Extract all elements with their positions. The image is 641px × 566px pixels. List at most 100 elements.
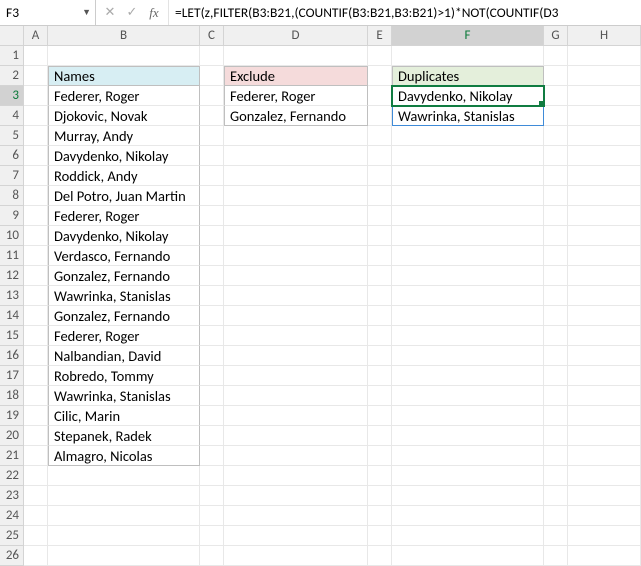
column-header-C[interactable]: C [200,26,224,46]
cell-D11[interactable] [224,246,368,266]
cell-F21[interactable] [392,446,544,466]
cell-A2[interactable] [24,66,48,86]
cell-E12[interactable] [368,266,392,286]
cell-H21[interactable] [568,446,641,466]
cell-D8[interactable] [224,186,368,206]
cell-D12[interactable] [224,266,368,286]
cell-A12[interactable] [24,266,48,286]
cell-A21[interactable] [24,446,48,466]
cell-H7[interactable] [568,166,641,186]
column-header-D[interactable]: D [224,26,368,46]
cell-E11[interactable] [368,246,392,266]
cell-G17[interactable] [544,366,568,386]
cell-A8[interactable] [24,186,48,206]
cell-A16[interactable] [24,346,48,366]
cell-C20[interactable] [200,426,224,446]
cell-C13[interactable] [200,286,224,306]
accept-icon[interactable]: ✓ [122,2,142,24]
cell-B26[interactable] [48,546,200,566]
cell-C9[interactable] [200,206,224,226]
cell-E26[interactable] [368,546,392,566]
row-header-9[interactable]: 9 [0,206,24,226]
cell-H19[interactable] [568,406,641,426]
names-cell[interactable]: Djokovic, Novak [48,106,200,126]
cell-A9[interactable] [24,206,48,226]
cell-H10[interactable] [568,226,641,246]
cell-G1[interactable] [544,46,568,66]
chevron-down-icon[interactable]: ▼ [82,7,91,18]
cell-E20[interactable] [368,426,392,446]
cell-D21[interactable] [224,446,368,466]
cell-C4[interactable] [200,106,224,126]
names-cell[interactable]: Gonzalez, Fernando [48,306,200,326]
cell-F8[interactable] [392,186,544,206]
cell-A11[interactable] [24,246,48,266]
names-cell[interactable]: Federer, Roger [48,86,200,106]
cell-D6[interactable] [224,146,368,166]
cell-F18[interactable] [392,386,544,406]
cell-G19[interactable] [544,406,568,426]
cell-H12[interactable] [568,266,641,286]
cell-A22[interactable] [24,466,48,486]
cell-G16[interactable] [544,346,568,366]
cell-F26[interactable] [392,546,544,566]
cell-F14[interactable] [392,306,544,326]
cell-A26[interactable] [24,546,48,566]
cell-D5[interactable] [224,126,368,146]
cell-B24[interactable] [48,506,200,526]
cell-D20[interactable] [224,426,368,446]
cell-F12[interactable] [392,266,544,286]
cell-E5[interactable] [368,126,392,146]
cell-F9[interactable] [392,206,544,226]
row-header-2[interactable]: 2 [0,66,24,86]
cell-C7[interactable] [200,166,224,186]
cell-C22[interactable] [200,466,224,486]
cell-H11[interactable] [568,246,641,266]
cell-D25[interactable] [224,526,368,546]
cell-E16[interactable] [368,346,392,366]
cell-E8[interactable] [368,186,392,206]
cell-G10[interactable] [544,226,568,246]
exclude-cell[interactable]: Federer, Roger [224,86,368,106]
cell-E17[interactable] [368,366,392,386]
duplicates-cell[interactable]: Davydenko, Nikolay [392,86,544,106]
cell-G25[interactable] [544,526,568,546]
cell-C14[interactable] [200,306,224,326]
cell-H5[interactable] [568,126,641,146]
cell-G5[interactable] [544,126,568,146]
header-exclude[interactable]: Exclude [224,66,368,86]
cell-C6[interactable] [200,146,224,166]
row-header-21[interactable]: 21 [0,446,24,466]
row-header-3[interactable]: 3 [0,86,24,106]
cell-E9[interactable] [368,206,392,226]
cell-G20[interactable] [544,426,568,446]
cell-F17[interactable] [392,366,544,386]
column-header-B[interactable]: B [48,26,200,46]
row-header-8[interactable]: 8 [0,186,24,206]
cell-D14[interactable] [224,306,368,326]
cell-G12[interactable] [544,266,568,286]
cell-E7[interactable] [368,166,392,186]
cell-F6[interactable] [392,146,544,166]
cell-C24[interactable] [200,506,224,526]
cell-F15[interactable] [392,326,544,346]
cell-C1[interactable] [200,46,224,66]
cell-A1[interactable] [24,46,48,66]
cell-C8[interactable] [200,186,224,206]
cell-A5[interactable] [24,126,48,146]
cell-H8[interactable] [568,186,641,206]
cell-D18[interactable] [224,386,368,406]
cell-A13[interactable] [24,286,48,306]
names-cell[interactable]: Del Potro, Juan Martin [48,186,200,206]
cell-F19[interactable] [392,406,544,426]
cell-C12[interactable] [200,266,224,286]
cell-E4[interactable] [368,106,392,126]
cell-G22[interactable] [544,466,568,486]
cancel-icon[interactable]: ✕ [100,2,120,24]
row-header-23[interactable]: 23 [0,486,24,506]
cell-F20[interactable] [392,426,544,446]
cell-D7[interactable] [224,166,368,186]
cell-C25[interactable] [200,526,224,546]
names-cell[interactable]: Murray, Andy [48,126,200,146]
cell-G23[interactable] [544,486,568,506]
